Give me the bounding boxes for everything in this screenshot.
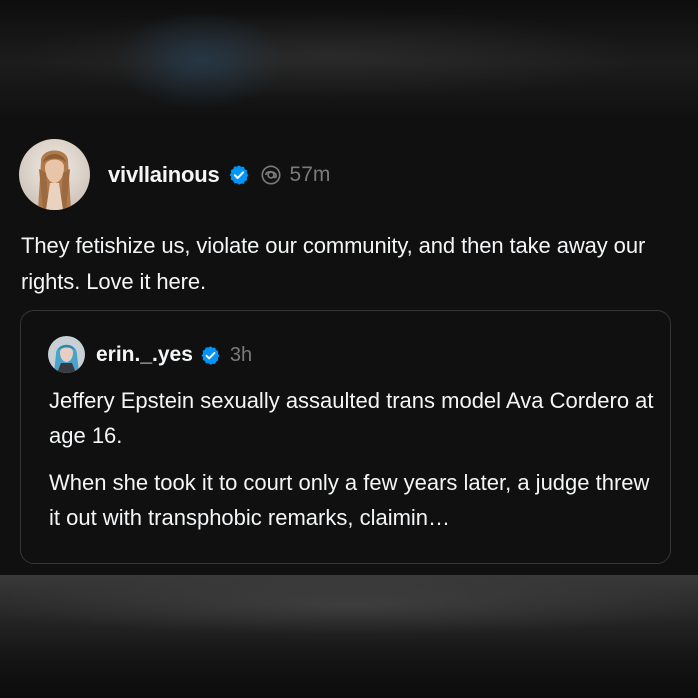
quoted-paragraph-2: When she took it to court only a few yea… xyxy=(49,470,650,530)
verified-badge-icon xyxy=(228,164,250,186)
quoted-post-header: erin._.yes 3h xyxy=(96,340,252,370)
post-header: vivllainous 57m xyxy=(108,160,330,190)
post-timestamp: 57m xyxy=(289,163,331,186)
threads-post[interactable]: vivllainous 57m They fetishize us, viola… xyxy=(0,124,698,575)
quoted-post-timestamp: 3h xyxy=(229,343,253,366)
post-body-text: They fetishize us, violate our community… xyxy=(21,233,646,294)
verified-badge-icon xyxy=(200,345,221,366)
blurred-background-top xyxy=(0,0,698,124)
quoted-post-text: Jeffery Epstein sexually assaulted trans… xyxy=(49,383,659,535)
author-username[interactable]: vivllainous xyxy=(108,162,220,188)
screenshot-frame: vivllainous 57m They fetishize us, viola… xyxy=(0,0,698,698)
blurred-background-bottom xyxy=(0,575,698,698)
quoted-author-username[interactable]: erin._.yes xyxy=(96,343,193,367)
quoted-paragraph-1: Jeffery Epstein sexually assaulted trans… xyxy=(49,388,654,448)
author-avatar[interactable] xyxy=(19,139,90,210)
threads-icon xyxy=(260,164,282,186)
quoted-post-card[interactable]: erin._.yes 3h Jeffery Epstein sexually a… xyxy=(20,310,671,564)
quoted-author-avatar[interactable] xyxy=(48,336,85,373)
